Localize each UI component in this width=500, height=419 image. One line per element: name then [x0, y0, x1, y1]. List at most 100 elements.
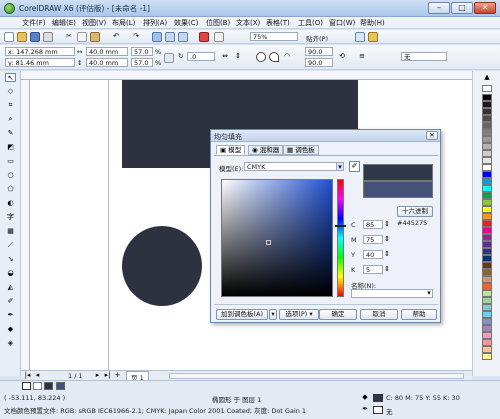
menu-window[interactable]: 窗口(W): [329, 18, 355, 28]
palette-swatch[interactable]: [482, 255, 492, 262]
snap-to-dropdown[interactable]: 贴齐(P): [306, 33, 328, 43]
wrap-text-icon[interactable]: ≡: [357, 52, 367, 62]
current-fill-swatch[interactable]: [373, 394, 383, 402]
menu-view[interactable]: 视图(V): [82, 18, 106, 28]
interactive-fill-tool-icon[interactable]: ◈: [5, 339, 16, 348]
transparency-tool-icon[interactable]: ◭: [5, 283, 16, 292]
save-icon[interactable]: [30, 32, 40, 42]
polygon-tool-icon[interactable]: ⬠: [5, 185, 16, 194]
menu-edit[interactable]: 编辑(E): [52, 18, 76, 28]
basic-shapes-tool-icon[interactable]: ◐: [5, 199, 16, 208]
ellipse-mode-icon[interactable]: [256, 52, 266, 62]
dimension-tool-icon[interactable]: ⟋: [5, 241, 16, 250]
import-icon[interactable]: [165, 32, 175, 42]
palette-swatch[interactable]: [482, 304, 492, 311]
scale-height-field[interactable]: 57.0: [131, 58, 153, 67]
ok-button[interactable]: 确定: [319, 309, 357, 320]
connector-tool-icon[interactable]: ↘: [5, 255, 16, 264]
palette-swatch[interactable]: [482, 129, 492, 136]
table-tool-icon[interactable]: ▦: [5, 227, 16, 236]
paste-icon[interactable]: [90, 32, 100, 42]
blend-tool-icon[interactable]: ◒: [5, 269, 16, 278]
scale-width-field[interactable]: 57.0: [131, 47, 153, 56]
new-icon[interactable]: [4, 32, 14, 42]
palette-swatch[interactable]: [482, 318, 492, 325]
color-profile-info[interactable]: 文档颜色预置文件: RGB: sRGB IEC61966-2.1; CMYK: …: [4, 405, 306, 415]
first-page-icon[interactable]: |◂: [23, 371, 32, 380]
end-angle-field[interactable]: 90.0: [305, 58, 333, 67]
fullscreen-icon[interactable]: [214, 32, 224, 42]
last-page-icon[interactable]: ▸|: [103, 371, 112, 380]
channel-k-field[interactable]: 5: [363, 265, 383, 274]
palette-swatch[interactable]: [482, 213, 492, 220]
lock-ratio-icon[interactable]: [164, 53, 174, 63]
palette-swatch[interactable]: [482, 290, 492, 297]
close-button[interactable]: ✕: [474, 2, 496, 14]
circle-shape[interactable]: [122, 226, 202, 306]
recent-swatch-dark[interactable]: [44, 382, 53, 390]
hex-button[interactable]: 十六进制: [397, 206, 433, 217]
palette-swatch[interactable]: [482, 101, 492, 108]
menu-bitmaps[interactable]: 位图(B): [206, 18, 230, 28]
no-color-swatch[interactable]: [22, 382, 31, 390]
color-picker-marker[interactable]: [266, 240, 271, 245]
search-content-icon[interactable]: [152, 32, 162, 42]
undo-icon[interactable]: ↶: [111, 32, 121, 42]
arc-mode-icon[interactable]: ◠: [282, 52, 292, 62]
cancel-button[interactable]: 取消: [360, 309, 398, 320]
eyedropper-icon[interactable]: ✐: [349, 161, 360, 172]
channel-c-spinner-icon[interactable]: ⇕: [384, 220, 390, 229]
direction-icon[interactable]: ⟲: [337, 52, 347, 62]
application-launcher-icon[interactable]: [368, 32, 378, 42]
copy-icon[interactable]: [77, 32, 87, 42]
open-icon[interactable]: [17, 32, 27, 42]
print-icon[interactable]: [43, 32, 53, 42]
palette-swatch[interactable]: [482, 164, 492, 171]
palette-scroll-up-icon[interactable]: ▲: [482, 73, 492, 82]
palette-swatch[interactable]: [482, 227, 492, 234]
palette-swatch[interactable]: [482, 178, 492, 185]
zoom-tool-icon[interactable]: ⌕: [5, 115, 16, 124]
palette-swatch[interactable]: [482, 150, 492, 157]
menu-table[interactable]: 表格(T): [266, 18, 290, 28]
zoom-level-select[interactable]: 75%: [250, 32, 298, 41]
tab-palettes[interactable]: ▦ 调色板: [283, 145, 319, 155]
horizontal-scrollbar[interactable]: [169, 373, 464, 379]
next-page-icon[interactable]: ▸: [93, 371, 102, 380]
rectangle-tool-icon[interactable]: ▭: [5, 157, 16, 166]
dialog-close-button[interactable]: ✕: [426, 131, 438, 140]
palette-swatch[interactable]: [482, 136, 492, 143]
outline-width-select[interactable]: 无: [401, 52, 447, 61]
pick-tool-icon[interactable]: ↖: [5, 73, 16, 82]
pie-mode-icon[interactable]: [269, 52, 279, 62]
tab-models[interactable]: ▣ 模型: [216, 145, 246, 155]
menu-file[interactable]: 文件(F): [22, 18, 46, 28]
current-outline-swatch[interactable]: [373, 406, 383, 414]
name-dropdown-arrow-icon[interactable]: ▾: [425, 289, 433, 298]
menu-layout[interactable]: 布局(L): [112, 18, 135, 28]
export-icon[interactable]: [178, 32, 188, 42]
model-select[interactable]: CMYK: [244, 162, 344, 171]
palette-swatch[interactable]: [482, 220, 492, 227]
palette-swatch[interactable]: [482, 94, 492, 101]
palette-swatch[interactable]: [482, 157, 492, 164]
palette-swatch[interactable]: [482, 108, 492, 115]
palette-swatch[interactable]: [482, 353, 492, 360]
hue-slider[interactable]: [337, 179, 344, 297]
smart-fill-tool-icon[interactable]: ◩: [5, 143, 16, 152]
palette-swatch[interactable]: [482, 325, 492, 332]
palette-swatch[interactable]: [482, 185, 492, 192]
maximize-button[interactable]: □: [451, 2, 473, 14]
palette-swatch[interactable]: [482, 276, 492, 283]
channel-m-field[interactable]: 75: [363, 235, 383, 244]
channel-c-field[interactable]: 85: [363, 220, 383, 229]
shape-tool-icon[interactable]: ◇: [5, 87, 16, 96]
menu-help[interactable]: 帮助(H): [360, 18, 385, 28]
x-position-field[interactable]: x: 147.268 mm: [5, 47, 75, 56]
hue-slider-handle[interactable]: [335, 225, 346, 227]
text-tool-icon[interactable]: 字: [5, 213, 16, 222]
menu-text[interactable]: 文本(X): [236, 18, 260, 28]
palette-swatch[interactable]: [482, 115, 492, 122]
options-icon[interactable]: [355, 32, 365, 42]
minimize-button[interactable]: –: [428, 2, 450, 14]
